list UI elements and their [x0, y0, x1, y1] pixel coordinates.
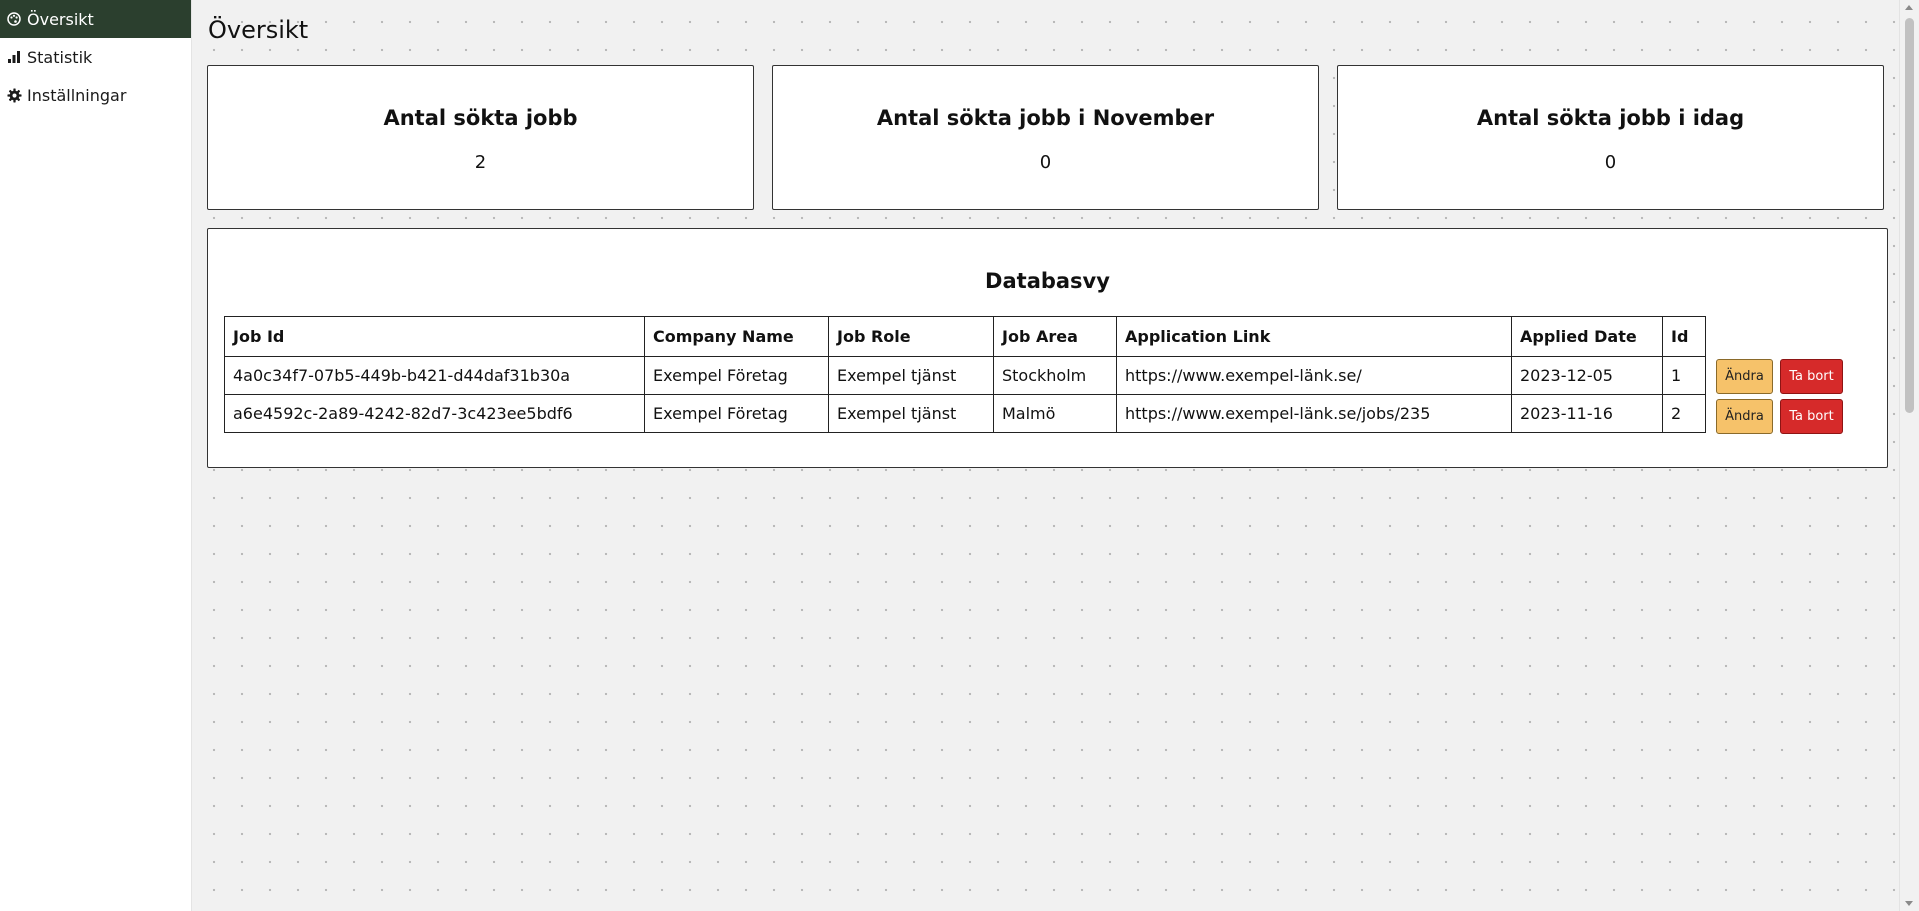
column-header-company-name: Company Name	[644, 316, 829, 357]
column-header-job-id: Job Id	[224, 316, 645, 357]
table-header-row: Job Id Company Name Job Role Job Area Ap…	[224, 316, 1706, 357]
sidebar-item-statistik[interactable]: Statistik	[0, 38, 191, 76]
cell-job-area: Malmö	[993, 394, 1117, 433]
column-header-applied-date: Applied Date	[1511, 316, 1663, 357]
sidebar-item-oversikt[interactable]: Översikt	[0, 0, 191, 38]
sidebar-item-label: Statistik	[27, 47, 93, 67]
cell-applied-date: 2023-12-05	[1511, 356, 1663, 395]
cell-application-link: https://www.exempel-länk.se/	[1116, 356, 1512, 395]
card-value: 0	[1039, 152, 1052, 173]
stat-card-total: Antal sökta jobb 2	[207, 65, 754, 210]
table-row: 4a0c34f7-07b5-449b-b421-d44daf31b30a Exe…	[224, 356, 1706, 395]
cell-job-area: Stockholm	[993, 356, 1117, 395]
cell-job-id: 4a0c34f7-07b5-449b-b421-d44daf31b30a	[224, 356, 645, 395]
stat-card-month: Antal sökta jobb i November 0	[772, 65, 1319, 210]
sidebar-item-label: Inställningar	[27, 85, 127, 105]
column-header-job-area: Job Area	[993, 316, 1117, 357]
delete-button[interactable]: Ta bort	[1780, 399, 1843, 434]
sidebar: Översikt Statistik Inställningar	[0, 0, 192, 911]
cell-applied-date: 2023-11-16	[1511, 394, 1663, 433]
card-value: 2	[474, 152, 487, 173]
edit-button[interactable]: Ändra	[1716, 399, 1773, 434]
vertical-scrollbar[interactable]	[1899, 0, 1919, 911]
scrollbar-thumb[interactable]	[1905, 18, 1914, 413]
cell-application-link: https://www.exempel-länk.se/jobs/235	[1116, 394, 1512, 433]
scroll-up-icon[interactable]	[1905, 5, 1913, 10]
database-title: Databasvy	[985, 269, 1110, 293]
delete-button[interactable]: Ta bort	[1780, 359, 1843, 394]
database-panel: Databasvy Job Id Company Name Job Role J…	[207, 228, 1888, 468]
cell-id: 1	[1662, 356, 1706, 395]
bar-chart-icon	[6, 49, 22, 65]
sidebar-item-installningar[interactable]: Inställningar	[0, 76, 191, 114]
card-title: Antal sökta jobb	[383, 106, 578, 130]
scroll-down-icon[interactable]	[1905, 901, 1913, 906]
cell-job-role: Exempel tjänst	[828, 394, 994, 433]
cell-id: 2	[1662, 394, 1706, 433]
card-value: 0	[1604, 152, 1617, 173]
card-title: Antal sökta jobb i November	[876, 106, 1215, 130]
gear-icon	[6, 87, 22, 103]
cell-company-name: Exempel Företag	[644, 356, 829, 395]
column-header-application-link: Application Link	[1116, 316, 1512, 357]
sidebar-item-label: Översikt	[27, 9, 94, 29]
table-row: a6e4592c-2a89-4242-82d7-3c423ee5bdf6 Exe…	[224, 394, 1706, 433]
cell-company-name: Exempel Företag	[644, 394, 829, 433]
cell-job-id: a6e4592c-2a89-4242-82d7-3c423ee5bdf6	[224, 394, 645, 433]
column-header-id: Id	[1662, 316, 1706, 357]
jobs-table: Job Id Company Name Job Role Job Area Ap…	[224, 316, 1706, 433]
palette-icon	[6, 11, 22, 27]
edit-button[interactable]: Ändra	[1716, 359, 1773, 394]
cell-job-role: Exempel tjänst	[828, 356, 994, 395]
column-header-job-role: Job Role	[828, 316, 994, 357]
page-title: Översikt	[208, 16, 309, 44]
card-title: Antal sökta jobb i idag	[1476, 106, 1745, 130]
stat-card-today: Antal sökta jobb i idag 0	[1337, 65, 1884, 210]
main-content: Översikt Antal sökta jobb 2 Antal sökta …	[192, 0, 1900, 911]
